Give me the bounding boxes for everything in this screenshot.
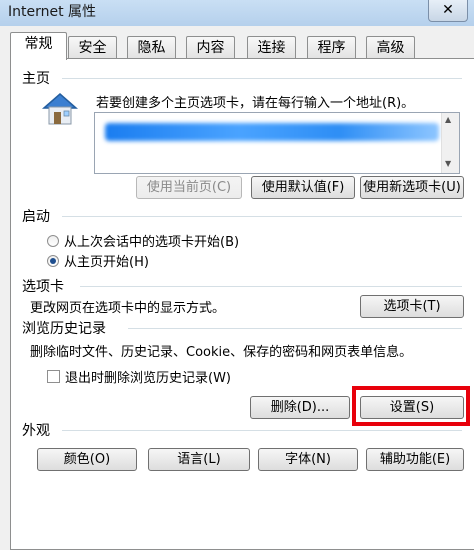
tabs-description: 更改网页在选项卡中的显示方式。: [30, 301, 226, 316]
divider: [62, 430, 462, 431]
delete-on-exit-checkbox[interactable]: [47, 370, 60, 383]
tab-advanced[interactable]: 高级: [366, 36, 415, 59]
divider: [80, 286, 462, 287]
startup-last-session-radio[interactable]: [47, 235, 59, 247]
divider: [128, 328, 462, 329]
tab-privacy[interactable]: 隐私: [127, 36, 176, 59]
home-address-textarea[interactable]: ▲ ▼: [94, 112, 460, 174]
languages-button[interactable]: 语言(L): [148, 448, 250, 471]
history-section-label: 浏览历史记录: [22, 321, 106, 337]
tab-connections[interactable]: 连接: [247, 36, 296, 59]
use-current-button[interactable]: 使用当前页(C): [136, 176, 242, 199]
home-section-label: 主页: [22, 71, 50, 87]
delete-on-exit-label[interactable]: 退出时删除浏览历史记录(W): [65, 367, 231, 386]
tab-content[interactable]: 内容: [186, 36, 235, 59]
scroll-up-icon[interactable]: ▲: [445, 115, 451, 124]
home-description: 若要创建多个主页选项卡，请在每行输入一个地址(R)。: [96, 96, 415, 111]
tabs-settings-button[interactable]: 选项卡(T): [360, 295, 464, 318]
accessibility-button[interactable]: 辅助功能(E): [366, 448, 464, 471]
highlight-box: [352, 386, 470, 426]
startup-option-home[interactable]: 从主页开始(H): [64, 251, 149, 270]
divider: [62, 216, 462, 217]
scrollbar[interactable]: ▲ ▼: [441, 113, 459, 173]
scroll-down-icon[interactable]: ▼: [445, 159, 451, 168]
history-description: 删除临时文件、历史记录、Cookie、保存的密码和网页表单信息。: [30, 345, 413, 360]
tabs-section-label: 选项卡: [22, 279, 64, 295]
startup-section-label: 启动: [22, 209, 50, 225]
colors-button[interactable]: 颜色(O): [37, 448, 137, 471]
use-new-tab-button[interactable]: 使用新选项卡(U): [360, 176, 464, 199]
title-bar: Internet 属性 ✕: [0, 0, 474, 26]
fonts-button[interactable]: 字体(N): [258, 448, 358, 471]
divider: [62, 78, 462, 79]
tab-security[interactable]: 安全: [68, 36, 117, 59]
blurred-address: [105, 123, 439, 141]
appearance-section-label: 外观: [22, 423, 50, 439]
house-icon: [42, 93, 78, 125]
close-icon: ✕: [442, 2, 454, 18]
window-title: Internet 属性: [8, 4, 97, 20]
delete-history-button[interactable]: 删除(D)...: [250, 396, 350, 419]
close-button[interactable]: ✕: [428, 0, 468, 22]
use-default-button[interactable]: 使用默认值(F): [251, 176, 355, 199]
startup-option-last-session[interactable]: 从上次会话中的选项卡开始(B): [64, 231, 239, 250]
tab-general[interactable]: 常规: [10, 32, 67, 60]
startup-home-radio[interactable]: [47, 255, 59, 267]
tab-programs[interactable]: 程序: [307, 36, 356, 59]
